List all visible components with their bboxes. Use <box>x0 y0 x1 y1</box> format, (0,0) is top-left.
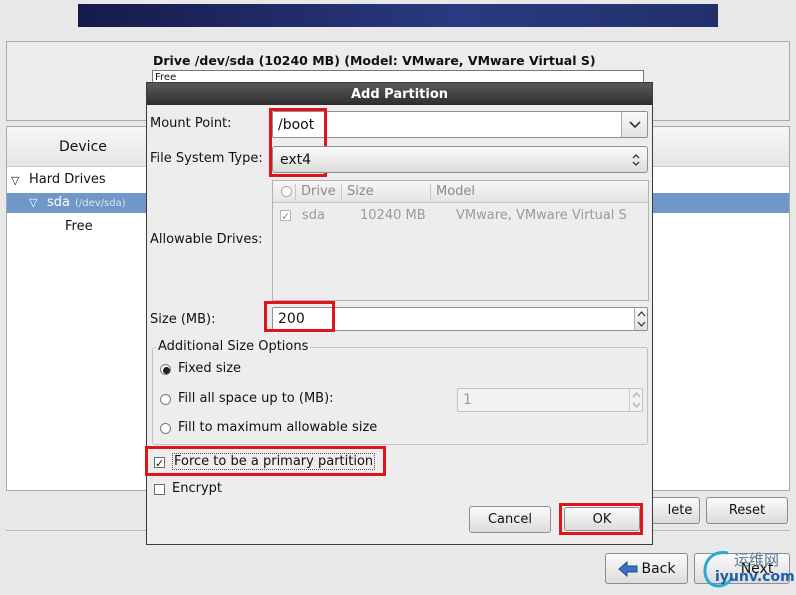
size-label: Size (MB): <box>150 312 216 327</box>
tree-sda-path: (/dev/sda) <box>75 198 126 209</box>
spinner-arrows-icon <box>632 392 641 408</box>
watermark-line2: iyunv.com <box>715 569 795 585</box>
updown-arrows-icon <box>632 154 640 166</box>
encrypt-label[interactable]: Encrypt <box>172 481 222 496</box>
back-arrow-icon <box>617 560 637 577</box>
drive-name-cell: sda <box>302 208 325 223</box>
watermark-logo: 运维网 iyunv.com <box>698 545 795 593</box>
col-drive-header[interactable]: Drive <box>301 184 336 199</box>
col-divider <box>430 184 431 200</box>
col-divider <box>341 184 342 200</box>
col-divider <box>295 184 296 200</box>
tree-sda-label: sda <box>47 195 70 210</box>
drive-model-cell: VMware, VMware Virtual S <box>456 208 627 223</box>
highlight-size <box>264 301 335 332</box>
reset-label: Reset <box>728 503 766 518</box>
fill-up-to-radio[interactable] <box>160 394 171 405</box>
mount-point-label: Mount Point: <box>150 116 232 131</box>
fs-type-value: ext4 <box>280 152 312 168</box>
fill-up-to-spinbox[interactable]: 1 <box>457 388 643 412</box>
fill-max-radio[interactable] <box>160 423 171 434</box>
additional-size-options-title: Additional Size Options <box>156 339 311 354</box>
size-spinner[interactable] <box>634 308 647 330</box>
dialog-title: Add Partition <box>350 86 449 102</box>
fill-up-to-value[interactable]: 1 <box>463 392 472 408</box>
col-size-header[interactable]: Size <box>347 184 374 199</box>
device-column-header: Device <box>59 139 107 155</box>
back-label: Back <box>641 560 676 577</box>
reset-button[interactable]: Reset <box>706 497 788 524</box>
drive-checkbox[interactable]: ✓ <box>280 210 291 222</box>
tree-free-label: Free <box>65 219 93 234</box>
col-model-header[interactable]: Model <box>436 184 475 199</box>
fill-max-label[interactable]: Fill to maximum allowable size <box>178 420 377 435</box>
back-button[interactable]: Back <box>605 553 688 584</box>
top-banner <box>78 4 718 27</box>
fixed-size-radio[interactable] <box>160 364 171 375</box>
fixed-size-label[interactable]: Fixed size <box>178 361 241 376</box>
allowable-drives-label: Allowable Drives: <box>150 232 263 247</box>
expander-down-icon[interactable]: ▽ <box>11 174 19 187</box>
drives-list-header: Drive Size Model <box>273 181 648 203</box>
drives-list-row[interactable]: ✓ sda 10240 MB VMware, VMware Virtual S <box>273 206 648 226</box>
cancel-button[interactable]: Cancel <box>469 506 551 533</box>
highlight-force-primary <box>145 446 386 476</box>
header-select-radio[interactable] <box>281 186 292 197</box>
watermark-line1: 运维网 <box>734 551 780 569</box>
fill-up-to-spinner[interactable] <box>629 389 642 411</box>
delete-label: lete <box>667 503 693 518</box>
cancel-label: Cancel <box>487 512 533 527</box>
mount-point-combo[interactable]: /boot <box>272 111 648 138</box>
allowable-drives-list[interactable]: Drive Size Model ✓ sda 10240 MB VMware, … <box>272 180 649 301</box>
highlight-ok <box>559 503 643 535</box>
expander-down-icon[interactable]: ▽ <box>29 196 37 209</box>
add-partition-dialog: Add Partition Mount Point: /boot File Sy… <box>145 82 653 545</box>
dialog-titlebar[interactable]: Add Partition <box>147 83 652 105</box>
drive-title: Drive /dev/sda (10240 MB) (Model: VMware… <box>153 53 596 68</box>
drive-size-cell: 10240 MB <box>360 208 426 223</box>
fs-type-label: File System Type: <box>150 151 263 166</box>
mount-point-dropdown[interactable] <box>621 112 647 137</box>
fs-type-select[interactable]: ext4 <box>272 146 648 173</box>
tree-hard-drives-label: Hard Drives <box>29 172 106 187</box>
encrypt-checkbox[interactable] <box>154 484 165 495</box>
chevron-down-icon <box>629 121 641 129</box>
spinner-arrows-icon <box>637 311 646 327</box>
fill-up-to-label[interactable]: Fill all space up to (MB): <box>178 391 334 406</box>
